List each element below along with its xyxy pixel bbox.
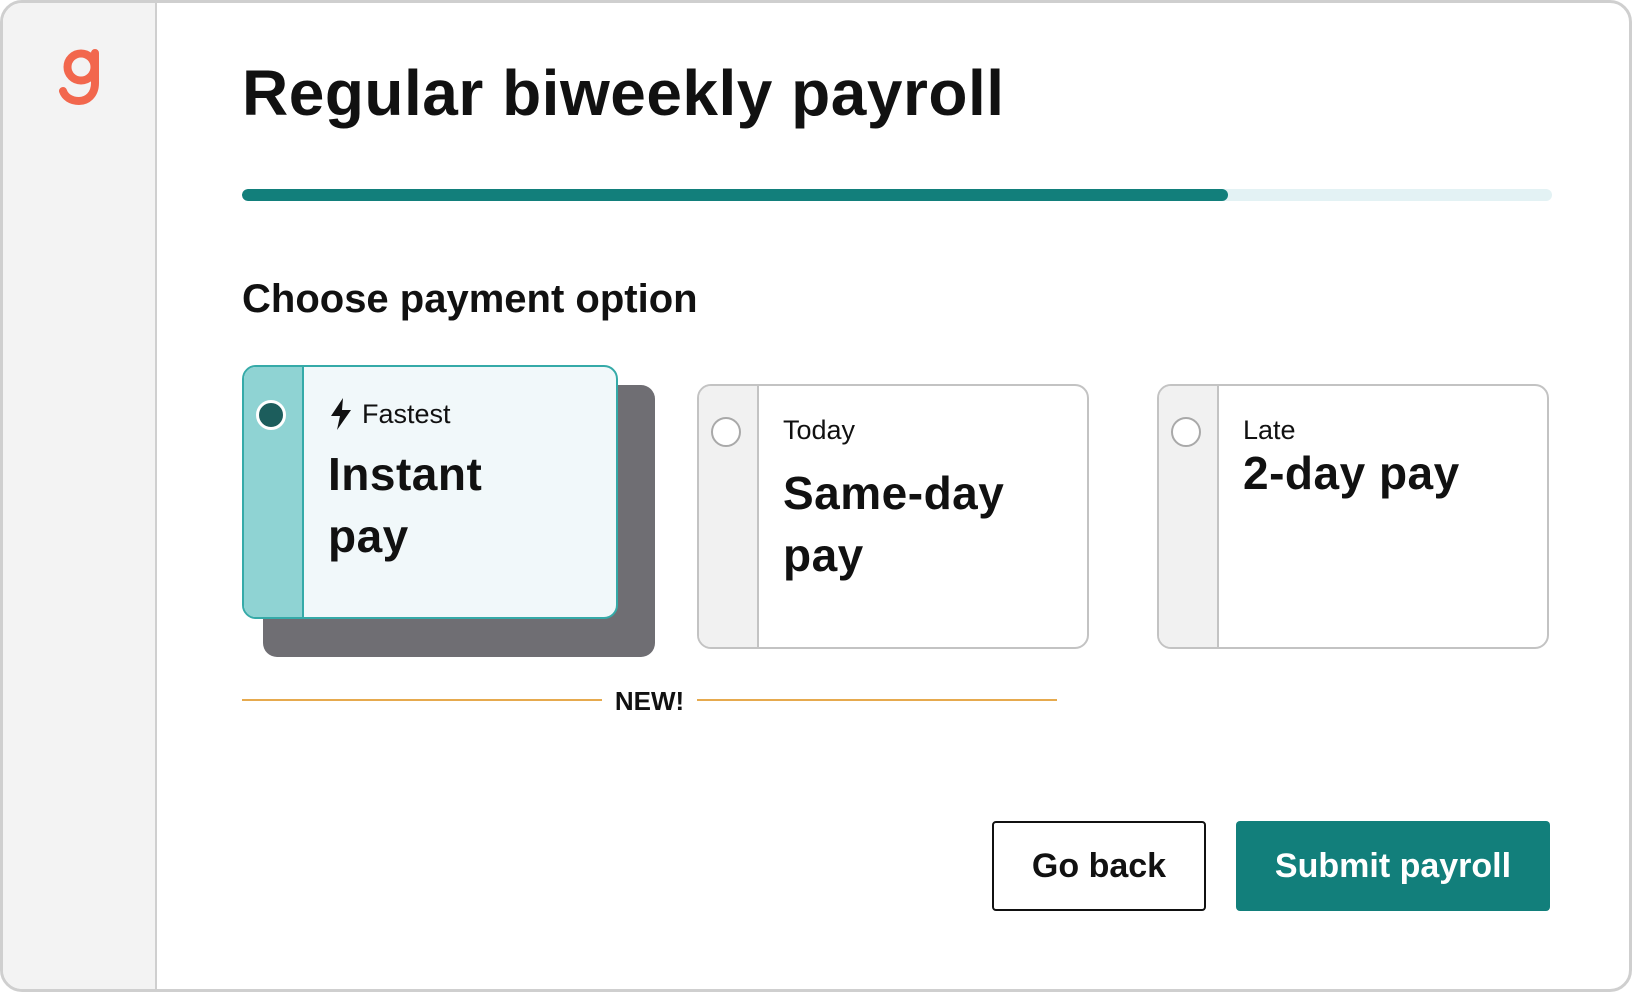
payroll-progress-bar	[242, 189, 1552, 201]
option-radio-rail	[699, 386, 759, 647]
go-back-button[interactable]: Go back	[992, 821, 1206, 911]
page-title: Regular biweekly payroll	[242, 57, 1005, 129]
radio-button-same-day-pay[interactable]	[711, 417, 741, 447]
option-title-line: Instant	[328, 448, 483, 500]
option-eyebrow-label: Today	[783, 415, 856, 445]
new-badge-divider: NEW!	[242, 683, 1057, 719]
radio-button-2-day-pay[interactable]	[1171, 417, 1201, 447]
divider-line-right	[697, 699, 1057, 701]
payment-option-same-day-pay[interactable]: Today Same-day pay	[697, 384, 1089, 649]
option-eyebrow-label: Fastest	[362, 399, 451, 429]
submit-payroll-button[interactable]: Submit payroll	[1236, 821, 1550, 911]
radio-button-instant-pay[interactable]	[256, 400, 286, 430]
option-title-line: Same-day	[783, 467, 1005, 519]
option-title-line: 2-day pay	[1243, 447, 1460, 499]
section-title: Choose payment option	[242, 277, 698, 321]
new-badge-label: NEW!	[614, 686, 685, 716]
option-title-line: pay	[328, 510, 409, 562]
option-title: 2-day pay	[1243, 442, 1460, 504]
option-radio-rail	[244, 367, 304, 617]
option-title: Same-day pay	[783, 462, 1004, 586]
progress-bar-fill	[242, 189, 1229, 201]
option-title: Instant pay	[328, 443, 482, 567]
payment-option-2-day-pay[interactable]: Late 2-day pay	[1157, 384, 1549, 649]
sidebar	[3, 3, 157, 989]
g-logo-icon[interactable]	[59, 45, 107, 107]
option-eyebrow: Fastest	[328, 397, 451, 431]
app-window: Regular biweekly payroll Choose payment …	[0, 0, 1632, 992]
main-content: Regular biweekly payroll Choose payment …	[156, 3, 1629, 989]
payment-option-instant-pay[interactable]: Fastest Instant pay	[242, 365, 618, 619]
lightning-bolt-icon	[331, 398, 351, 430]
option-radio-rail	[1159, 386, 1219, 647]
option-eyebrow: Today	[783, 414, 855, 446]
option-title-line: pay	[783, 529, 864, 581]
